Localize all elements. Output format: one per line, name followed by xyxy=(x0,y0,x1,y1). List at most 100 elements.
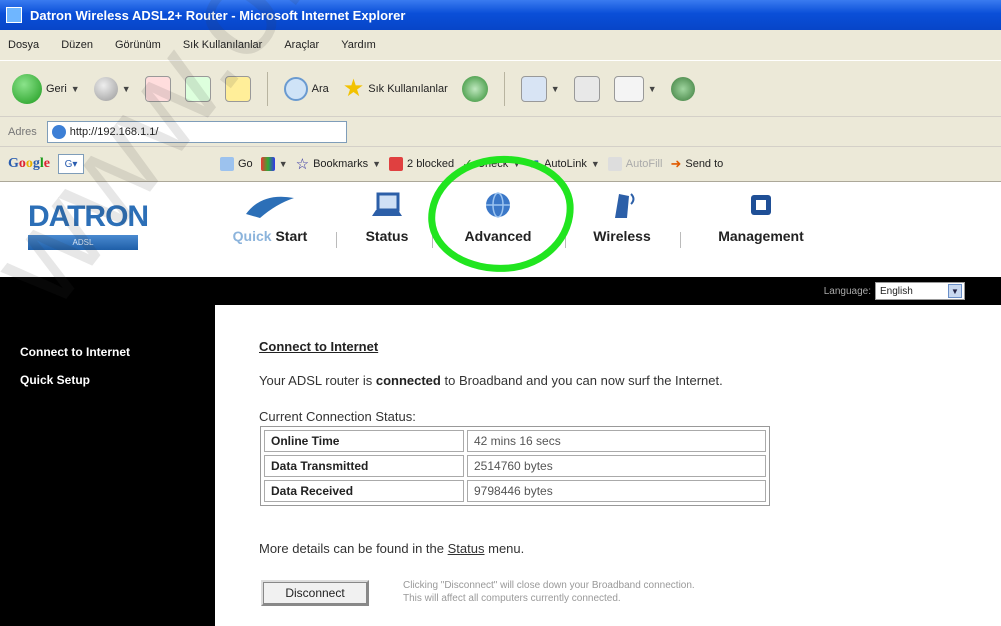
messenger-button[interactable] xyxy=(667,75,699,103)
disconnect-note-line-2: This will affect all computers currently… xyxy=(403,593,621,604)
favorites-label: Sık Kullanılanlar xyxy=(368,82,448,95)
edit-dropdown-icon[interactable]: ▼ xyxy=(648,84,657,94)
nav-management[interactable]: Management xyxy=(702,190,820,244)
send-to-button[interactable]: ➜ Send to xyxy=(670,156,723,172)
star-icon: ★ xyxy=(342,75,365,102)
menu-tools[interactable]: Araçlar xyxy=(284,39,319,51)
window-title: Datron Wireless ADSL2+ Router - Microsof… xyxy=(30,7,406,23)
google-logo[interactable]: Google xyxy=(8,156,50,172)
edit-icon xyxy=(613,75,644,102)
status-prefix: Your ADSL router is xyxy=(259,373,373,388)
bookmarks-button[interactable]: ☆ Bookmarks ▼ xyxy=(296,155,381,173)
online-time-value: 42 mins 16 secs xyxy=(467,430,766,452)
status-connected: connected xyxy=(375,373,441,388)
autofill-label: AutoFill xyxy=(625,158,663,170)
refresh-icon xyxy=(184,75,211,102)
sidebar-item-quick-setup[interactable]: Quick Setup xyxy=(20,373,215,387)
table-row: Data Transmitted 2514760 bytes xyxy=(264,455,766,477)
news-icon xyxy=(260,157,275,171)
language-label: Language: xyxy=(823,285,871,297)
page-title: Connect to Internet xyxy=(259,339,379,354)
window-title-bar[interactable]: Datron Wireless ADSL2+ Router - Microsof… xyxy=(0,0,1001,30)
browser-toolbar: Geri ▼ ▼ Ara ★ Sık Kullanılanlar ▼ ▼ xyxy=(0,60,1001,116)
stop-icon xyxy=(144,75,171,102)
forward-button[interactable]: ▼ xyxy=(90,75,135,103)
toolbar-divider xyxy=(266,71,268,106)
send-arrow-icon: ➜ xyxy=(670,156,682,171)
brand-tagline: ADSL xyxy=(28,235,138,250)
status-link[interactable]: Status xyxy=(448,541,485,556)
nav-wireless[interactable]: Wireless xyxy=(582,190,662,244)
disconnect-note-line-1: Clicking "Disconnect" will close down yo… xyxy=(403,580,695,591)
history-button[interactable] xyxy=(458,74,492,104)
data-transmitted-value: 2514760 bytes xyxy=(467,455,766,477)
ie-window-icon xyxy=(6,7,22,23)
table-row: Online Time 42 mins 16 secs xyxy=(264,430,766,452)
popup-blocker-button[interactable]: 2 blocked xyxy=(389,157,454,171)
forward-arrow-icon xyxy=(93,76,118,101)
main-content: Connect to Internet Your ADSL router is … xyxy=(215,305,1001,626)
bookmarks-dropdown-icon[interactable]: ▼ xyxy=(372,159,381,169)
disconnect-button[interactable]: Disconnect xyxy=(261,580,369,606)
quick-start-icon xyxy=(246,196,294,218)
go-icon xyxy=(220,157,234,171)
nav-separator xyxy=(680,232,681,248)
menu-help[interactable]: Yardım xyxy=(341,39,376,51)
google-go-button[interactable]: Go xyxy=(220,157,253,171)
menu-edit[interactable]: Düzen xyxy=(61,39,93,51)
brand-name: DATRON xyxy=(28,200,149,233)
nav-management-label: Management xyxy=(718,228,804,244)
popup-blocked-icon xyxy=(389,157,404,171)
messenger-icon xyxy=(670,76,695,101)
autofill-icon xyxy=(607,157,622,171)
print-button[interactable] xyxy=(570,74,604,104)
language-select[interactable]: English ▼ xyxy=(875,282,965,300)
forward-dropdown-icon[interactable]: ▼ xyxy=(122,84,131,94)
google-news-button[interactable]: ▼ xyxy=(260,157,288,171)
toolbar-divider xyxy=(503,71,505,106)
sidebar-item-connect-to-internet[interactable]: Connect to Internet xyxy=(20,345,215,359)
news-dropdown-icon[interactable]: ▼ xyxy=(279,159,288,169)
management-icon xyxy=(751,195,771,215)
online-time-label: Online Time xyxy=(264,430,464,452)
menu-view[interactable]: Görünüm xyxy=(115,39,161,51)
print-icon xyxy=(573,75,600,102)
nav-status[interactable]: Status xyxy=(352,190,422,244)
back-dropdown-icon[interactable]: ▼ xyxy=(71,84,80,94)
menu-file[interactable]: Dosya xyxy=(8,39,39,51)
connection-status-table: Online Time 42 mins 16 secs Data Transmi… xyxy=(260,426,770,506)
laptop-icon xyxy=(372,192,402,216)
more-details-prefix: More details can be found in the xyxy=(259,541,445,556)
refresh-button[interactable] xyxy=(181,74,215,104)
address-input[interactable]: http://192.168.1.1/ xyxy=(46,120,347,143)
mail-dropdown-icon[interactable]: ▼ xyxy=(551,84,560,94)
search-button[interactable]: Ara xyxy=(280,75,333,103)
history-icon xyxy=(461,75,488,102)
autofill-button[interactable]: AutoFill xyxy=(607,157,663,171)
data-received-value: 9798446 bytes xyxy=(467,480,766,502)
home-button[interactable] xyxy=(221,74,255,104)
home-icon xyxy=(224,75,251,102)
back-button[interactable]: Geri ▼ xyxy=(8,72,84,106)
menu-favorites[interactable]: Sık Kullanılanlar xyxy=(183,39,263,51)
nav-quick-start[interactable]: Quick Start xyxy=(214,190,326,244)
address-label: Adres xyxy=(8,125,37,138)
table-row: Data Received 9798446 bytes xyxy=(264,480,766,502)
status-suffix: to Broadband and you can now surf the In… xyxy=(444,373,723,388)
search-label: Ara xyxy=(311,82,329,95)
wireless-antenna-icon xyxy=(615,193,635,218)
mail-button[interactable]: ▼ xyxy=(517,74,564,104)
google-search-input[interactable]: G▾ xyxy=(58,154,84,174)
address-bar: Adres http://192.168.1.1/ xyxy=(0,116,1001,146)
sendto-label: Send to xyxy=(685,158,724,170)
stop-button[interactable] xyxy=(141,74,175,104)
blocked-label: 2 blocked xyxy=(407,158,455,170)
dropdown-arrow-icon: ▼ xyxy=(948,284,962,298)
autolink-dropdown-icon[interactable]: ▼ xyxy=(591,159,600,169)
data-received-label: Data Received xyxy=(264,480,464,502)
favorites-button[interactable]: ★ Sık Kullanılanlar xyxy=(339,72,452,105)
router-sidebar: Connect to Internet Quick Setup xyxy=(0,305,215,626)
edit-button[interactable]: ▼ xyxy=(610,74,661,104)
data-transmitted-label: Data Transmitted xyxy=(264,455,464,477)
language-value: English xyxy=(880,285,913,297)
